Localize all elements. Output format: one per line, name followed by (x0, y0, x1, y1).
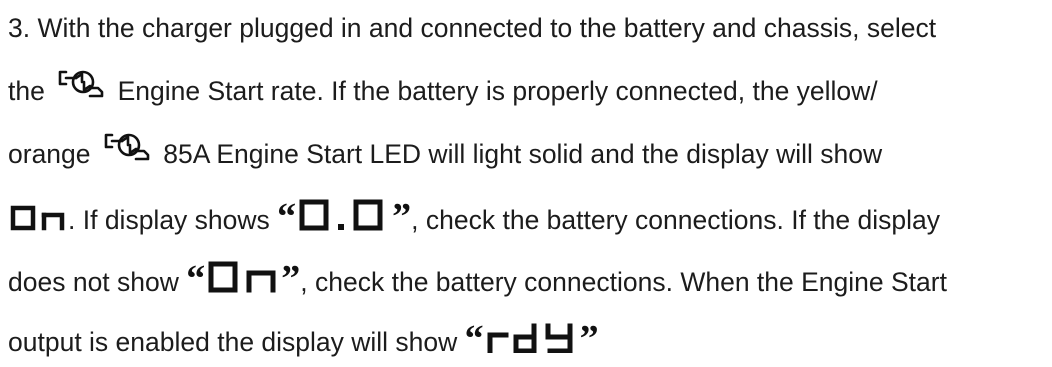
text-check-connections-2: , check the battery connections. When th… (300, 267, 947, 297)
instruction-line-6: output is enabled the display will show … (8, 320, 599, 358)
engine-start-icon (52, 70, 110, 106)
engine-start-icon (98, 133, 156, 169)
instruction-line-1: 3. With the charger plugged in and conne… (8, 13, 937, 43)
instruction-line-3: orange 85A Engine Start LED will light s… (8, 133, 883, 170)
text-the: the (8, 76, 45, 106)
text-does-not-show: does not show (8, 267, 179, 297)
text-engine-start-rate: Engine Start rate. If the battery is pro… (117, 76, 878, 106)
text-output-enabled: output is enabled the display will show (8, 327, 458, 357)
text-orange: orange (8, 139, 91, 169)
display-readout-on (205, 261, 281, 293)
open-quote: “ (277, 196, 297, 238)
text-85a-led: 85A Engine Start LED will light solid an… (163, 139, 883, 169)
open-quote: “ (464, 318, 484, 360)
instruction-line-2: the Engine Start rate. If the battery is… (8, 70, 878, 107)
instruction-line-4: On . If display shows “ ”, check the bat… (8, 196, 940, 238)
display-readout-on: On (8, 205, 68, 231)
display-readout-rdy (484, 323, 580, 353)
instruction-document: 3. With the charger plugged in and conne… (0, 0, 1052, 367)
close-quote: ” (579, 318, 599, 360)
open-quote: “ (186, 258, 206, 300)
close-quote: ” (392, 196, 412, 238)
close-quote: ” (281, 258, 301, 300)
text-if-display-shows: . If display shows (68, 205, 270, 235)
display-readout-zero (296, 199, 392, 231)
text-check-connections: , check the battery connections. If the … (411, 205, 940, 235)
instruction-line-5: does not show “ ”, check the battery con… (8, 258, 947, 300)
